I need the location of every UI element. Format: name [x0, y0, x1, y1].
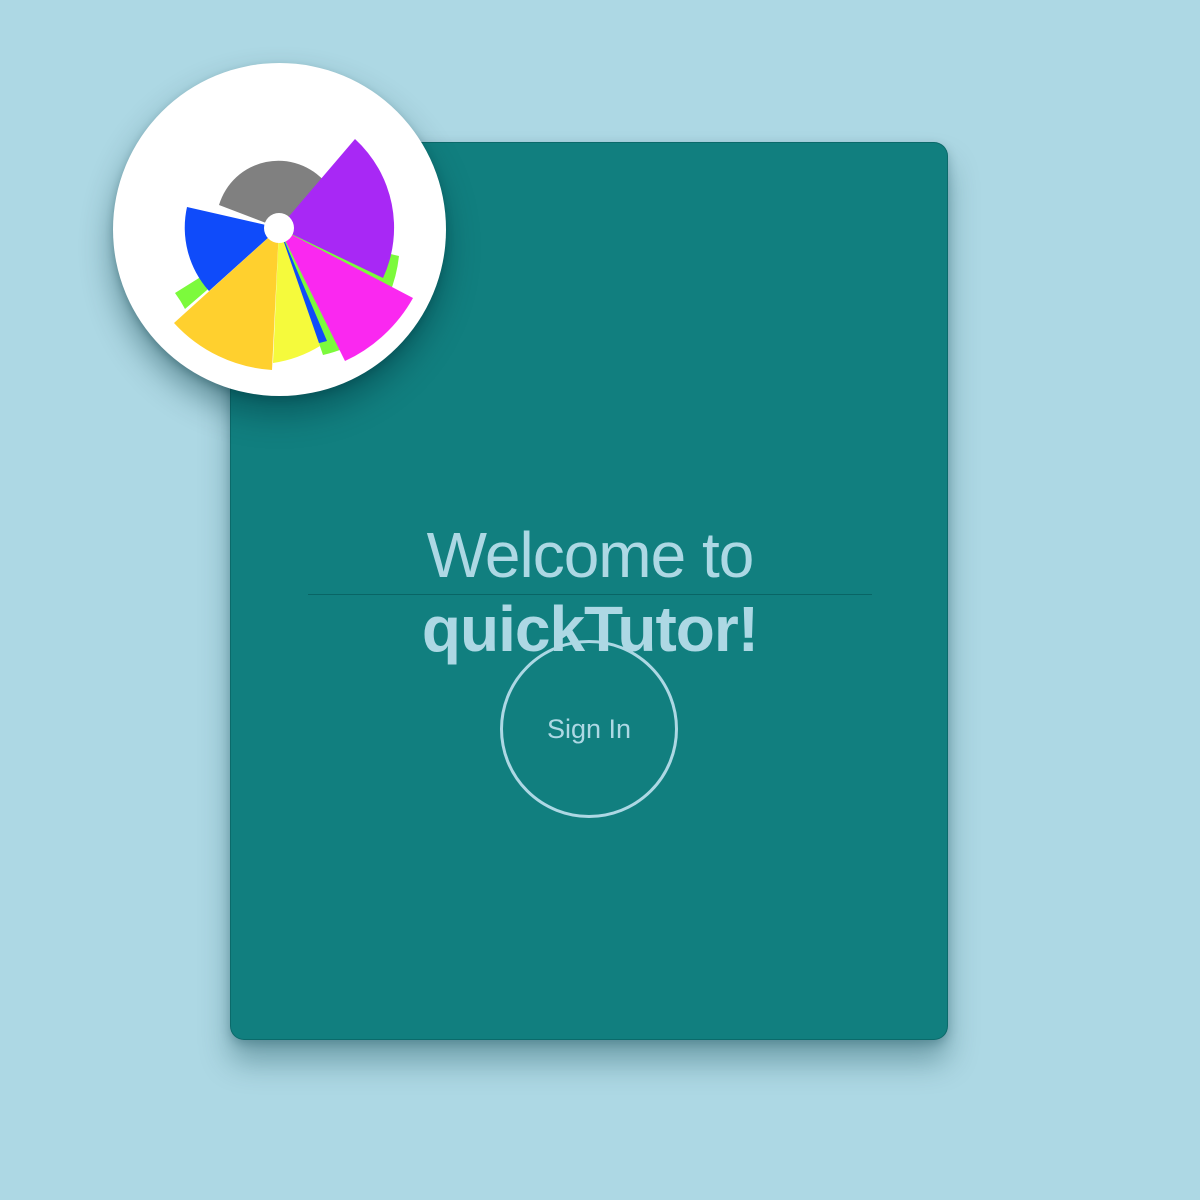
logo-badge [113, 63, 446, 396]
sign-in-button[interactable]: Sign In [500, 640, 678, 818]
logo-hub [264, 213, 294, 243]
quicktutor-logo-icon [174, 139, 413, 370]
page: Welcome to quickTutor! Sign In [0, 0, 1200, 1200]
divider [308, 594, 872, 595]
welcome-title-line1: Welcome to [426, 519, 755, 591]
